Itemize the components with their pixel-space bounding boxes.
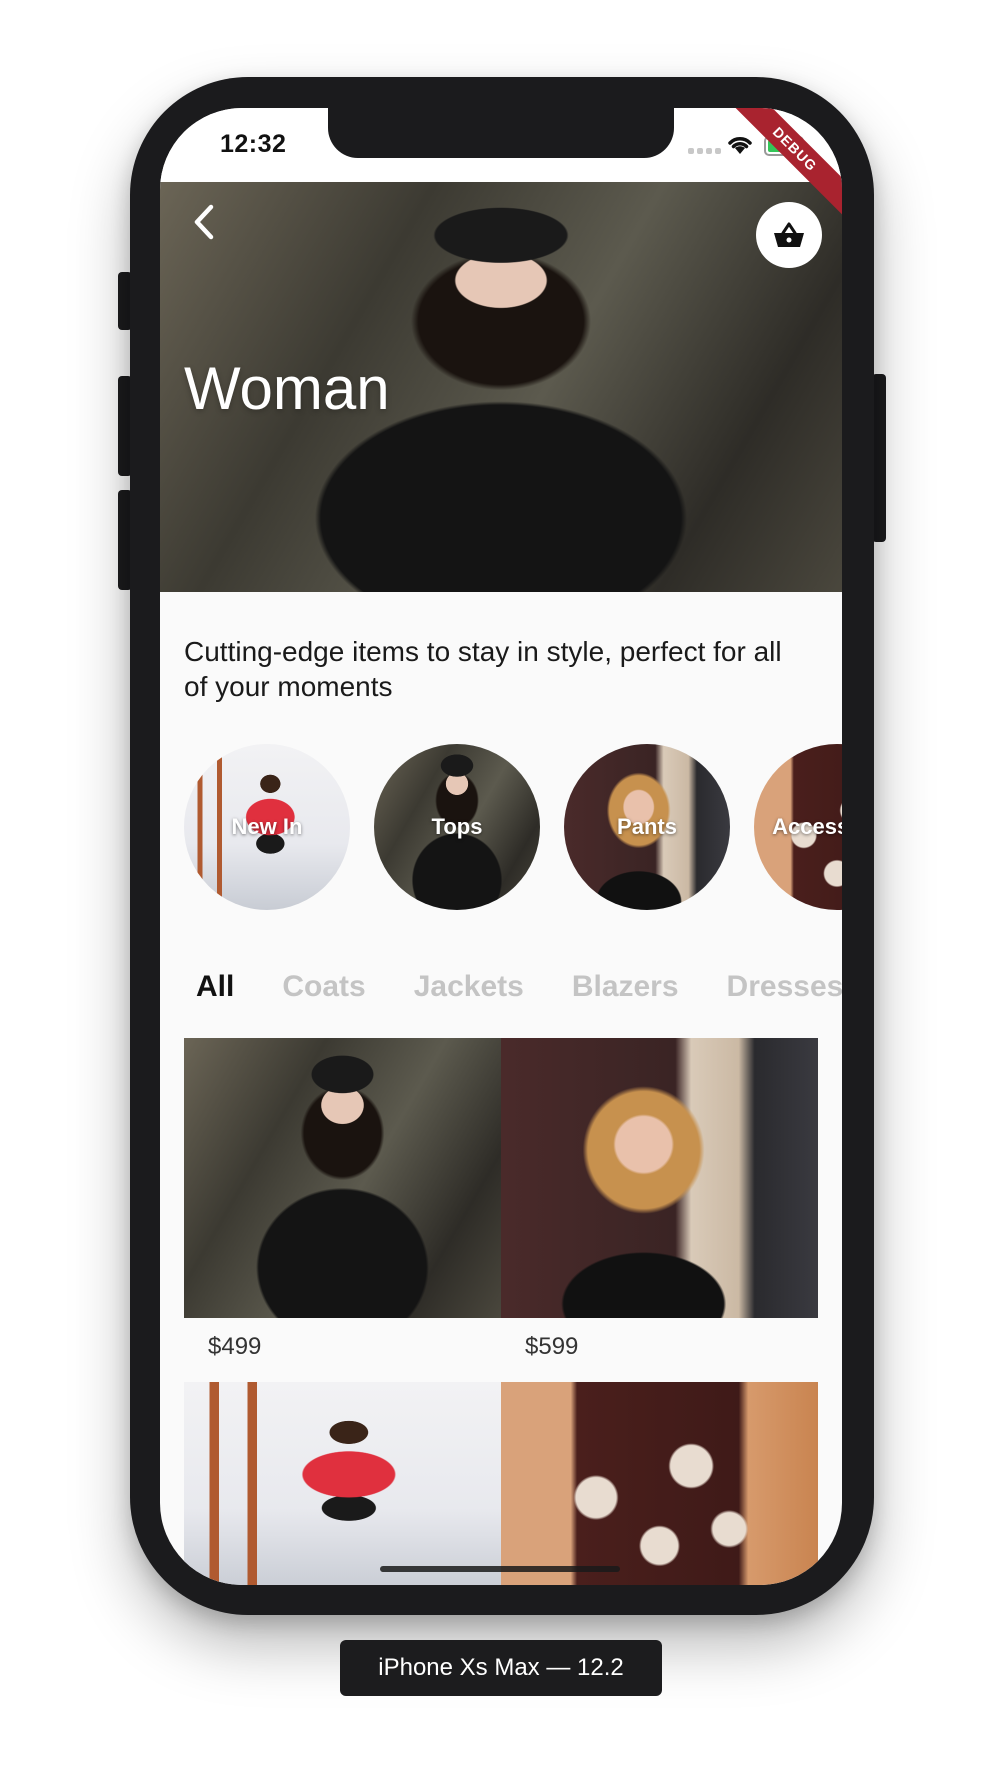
product-image <box>501 1382 818 1585</box>
hero-banner: Woman <box>160 182 842 592</box>
cart-button[interactable] <box>756 202 822 268</box>
device-caption: iPhone Xs Max — 12.2 <box>340 1640 662 1696</box>
product-image <box>184 1382 501 1585</box>
category-accessories[interactable]: Accessories <box>754 744 842 910</box>
category-new-in[interactable]: New In <box>184 744 350 910</box>
category-pants[interactable]: Pants <box>564 744 730 910</box>
page-title: Woman <box>184 355 390 422</box>
category-tops[interactable]: Tops <box>374 744 540 910</box>
category-label: Pants <box>617 814 677 839</box>
wifi-icon <box>728 137 752 154</box>
home-indicator[interactable] <box>380 1566 620 1572</box>
category-label: New In <box>231 814 303 839</box>
tab-coats[interactable]: Coats <box>282 970 365 1004</box>
product-card[interactable] <box>501 1382 818 1585</box>
power-button <box>872 374 886 542</box>
product-card[interactable]: $599 <box>501 1038 818 1360</box>
product-card[interactable]: $499 <box>184 1038 501 1360</box>
product-price: $499 <box>208 1333 262 1360</box>
status-bar: 12:32 <box>160 108 842 182</box>
notch <box>328 108 674 158</box>
status-time: 12:32 <box>220 130 287 158</box>
tab-dresses[interactable]: Dresses <box>727 970 842 1004</box>
phone-screen: 12:32 DEBUG Woman Cutting-edge items to … <box>160 108 842 1585</box>
product-price: $599 <box>525 1333 579 1360</box>
product-image <box>184 1038 501 1318</box>
category-label: Accessories <box>772 814 842 839</box>
tab-blazers[interactable]: Blazers <box>572 970 679 1004</box>
product-card[interactable] <box>184 1382 501 1585</box>
tab-all[interactable]: All <box>196 970 234 1004</box>
tab-jackets[interactable]: Jackets <box>414 970 524 1004</box>
product-image <box>501 1038 818 1318</box>
chevron-left-icon <box>194 204 214 240</box>
basket-icon <box>774 222 804 247</box>
filter-tabs: All Coats Jackets Blazers Dresses <box>196 970 842 1004</box>
signal-icon <box>688 148 721 154</box>
category-label: Tops <box>431 814 483 839</box>
category-description: Cutting-edge items to stay in style, per… <box>184 636 782 702</box>
back-button[interactable] <box>184 202 224 242</box>
category-carousel: New In Tops Pants Accessories <box>184 744 842 910</box>
